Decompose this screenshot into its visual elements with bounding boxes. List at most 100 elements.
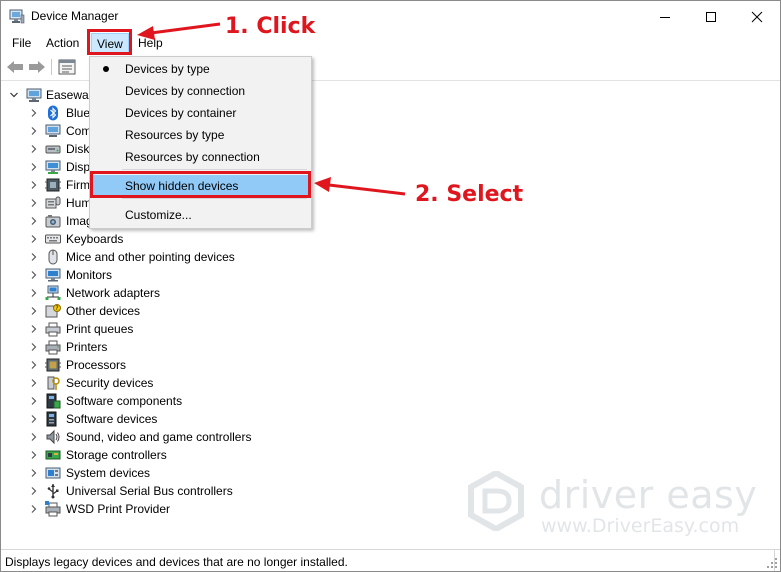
disk-drive-icon xyxy=(45,145,61,154)
wsd-printer-icon xyxy=(45,501,61,517)
tree-item-label: System devices xyxy=(66,466,151,480)
tree-item-label: Mice and other pointing devices xyxy=(66,250,235,264)
maximize-icon xyxy=(706,11,716,22)
sound-icon xyxy=(46,429,60,445)
chevron-right-icon[interactable] xyxy=(29,288,39,298)
device-manager-icon xyxy=(9,9,25,24)
computer-root-icon xyxy=(26,88,42,102)
software-component-icon xyxy=(46,393,61,409)
network-adapter-icon xyxy=(45,285,61,300)
menu-item-devices-by-connection[interactable]: Devices by connection xyxy=(92,80,309,102)
chevron-right-icon[interactable] xyxy=(29,144,39,154)
tree-item[interactable]: Sound, video and game controllers xyxy=(1,428,780,446)
tree-item-label: Security devices xyxy=(66,376,154,390)
menu-help[interactable]: Help xyxy=(133,34,168,52)
tree-item[interactable]: Software components xyxy=(1,392,780,410)
properties-button[interactable] xyxy=(57,58,77,76)
tree-item[interactable]: Mice and other pointing devices xyxy=(1,248,780,266)
menu-item-label: Customize... xyxy=(125,208,192,222)
menu-item-resources-by-connection[interactable]: Resources by connection xyxy=(92,146,309,168)
tree-item[interactable]: Keyboards xyxy=(1,230,780,248)
forward-button[interactable] xyxy=(27,58,47,76)
menu-item-label: Devices by container xyxy=(125,106,237,120)
chevron-right-icon[interactable] xyxy=(29,468,39,478)
properties-icon xyxy=(58,59,76,75)
annotation-step-1: 1. Click xyxy=(225,14,316,39)
software-device-icon xyxy=(46,411,57,427)
status-bar: Displays legacy devices and devices that… xyxy=(1,549,780,571)
annotation-step-2: 2. Select xyxy=(415,182,524,207)
minimize-icon xyxy=(660,16,670,18)
menu-item-resources-by-type[interactable]: Resources by type xyxy=(92,124,309,146)
maximize-button[interactable] xyxy=(688,1,734,32)
resize-grip-icon[interactable] xyxy=(766,557,778,569)
menu-item-label: Devices by type xyxy=(125,62,210,76)
menu-item-label: Resources by connection xyxy=(125,150,260,164)
chevron-down-icon[interactable] xyxy=(9,90,19,100)
tree-item[interactable]: Security devices xyxy=(1,374,780,392)
chevron-right-icon[interactable] xyxy=(29,360,39,370)
chevron-right-icon[interactable] xyxy=(29,234,39,244)
tree-item[interactable]: Network adapters xyxy=(1,284,780,302)
back-button[interactable] xyxy=(5,58,25,76)
watermark-url: www.DriverEasy.com xyxy=(541,515,740,537)
processor-icon xyxy=(45,358,61,372)
monitor-icon xyxy=(45,268,61,282)
tree-item-label: Printers xyxy=(66,340,108,354)
menu-file[interactable]: File xyxy=(7,34,36,52)
tree-item-label: WSD Print Provider xyxy=(66,502,171,516)
tree-item[interactable]: Printers xyxy=(1,338,780,356)
other-devices-icon: ? xyxy=(45,304,61,318)
view-menu-dropdown: Devices by type Devices by connection Devi… xyxy=(89,56,312,229)
toolbar-separator xyxy=(51,59,52,75)
menu-item-devices-by-container[interactable]: Devices by container xyxy=(92,102,309,124)
close-button[interactable] xyxy=(734,1,780,32)
chevron-right-icon[interactable] xyxy=(29,504,39,514)
radio-bullet-icon xyxy=(103,66,109,72)
tree-item[interactable]: Processors xyxy=(1,356,780,374)
tree-item[interactable]: Storage controllers xyxy=(1,446,780,464)
chevron-right-icon[interactable] xyxy=(29,162,39,172)
title-bar[interactable]: Device Manager xyxy=(1,1,780,32)
chevron-right-icon[interactable] xyxy=(29,270,39,280)
tree-item[interactable]: Software devices xyxy=(1,410,780,428)
watermark: driver easy www.DriverEasy.com xyxy=(467,471,767,541)
chevron-right-icon[interactable] xyxy=(29,450,39,460)
view-menu-highlight-box xyxy=(87,29,132,55)
chevron-right-icon[interactable] xyxy=(29,396,39,406)
tree-item-label: Storage controllers xyxy=(66,448,167,462)
menu-item-customize[interactable]: Customize... xyxy=(92,204,309,226)
tree-item-label: Print queues xyxy=(66,322,134,336)
watermark-title: driver easy xyxy=(539,473,758,517)
chevron-right-icon[interactable] xyxy=(29,342,39,352)
chevron-right-icon[interactable] xyxy=(29,126,39,136)
chevron-right-icon[interactable] xyxy=(29,378,39,388)
computer-icon xyxy=(45,124,61,137)
chevron-right-icon[interactable] xyxy=(29,486,39,496)
device-manager-window: Device Manager File Action View Help Eas… xyxy=(0,0,781,572)
tree-item-label: Software devices xyxy=(66,412,158,426)
chevron-right-icon[interactable] xyxy=(29,432,39,442)
security-device-icon xyxy=(47,376,60,390)
show-hidden-highlight-box xyxy=(90,171,311,198)
storage-controller-icon xyxy=(45,450,61,460)
chevron-right-icon[interactable] xyxy=(29,252,39,262)
chevron-right-icon[interactable] xyxy=(29,414,39,424)
chevron-right-icon[interactable] xyxy=(29,216,39,226)
tree-item[interactable]: ? Other devices xyxy=(1,302,780,320)
tree-item-label: Network adapters xyxy=(66,286,161,300)
menu-item-devices-by-type[interactable]: Devices by type xyxy=(92,58,309,80)
menu-action[interactable]: Action xyxy=(41,34,84,52)
tree-item[interactable]: Monitors xyxy=(1,266,780,284)
chevron-right-icon[interactable] xyxy=(29,324,39,334)
firmware-icon xyxy=(45,178,61,192)
chevron-right-icon[interactable] xyxy=(29,306,39,316)
keyboard-icon xyxy=(45,234,61,244)
tree-item[interactable]: Print queues xyxy=(1,320,780,338)
minimize-button[interactable] xyxy=(642,1,688,32)
chevron-right-icon[interactable] xyxy=(29,198,39,208)
chevron-right-icon[interactable] xyxy=(29,180,39,190)
svg-text:?: ? xyxy=(55,305,58,312)
hid-icon xyxy=(45,196,61,209)
chevron-right-icon[interactable] xyxy=(29,108,39,118)
